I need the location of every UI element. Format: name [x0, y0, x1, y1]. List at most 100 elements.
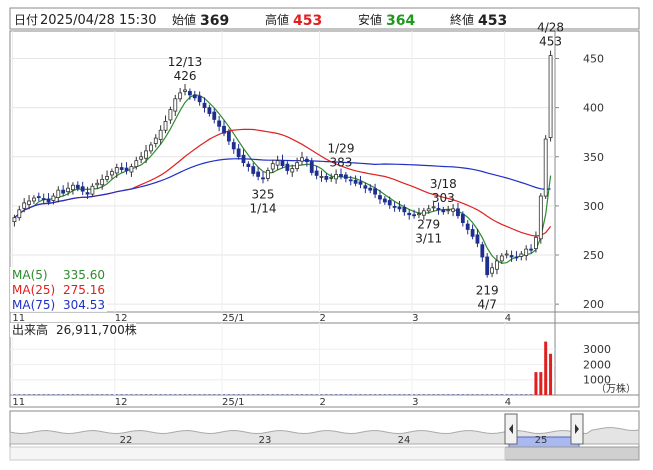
candle-body — [139, 156, 144, 160]
volume-bar — [525, 394, 528, 395]
candle-body — [187, 91, 192, 96]
volume-bar — [413, 394, 416, 395]
volume-bar — [320, 394, 323, 395]
candle-body — [119, 167, 124, 170]
annotation-label: 1/29 — [328, 142, 355, 156]
volume-bar — [427, 394, 430, 395]
candle-body — [61, 189, 66, 194]
volume-bar — [154, 394, 157, 395]
candle-body — [529, 248, 533, 251]
volume-bar — [149, 394, 152, 395]
volume-bar — [13, 394, 16, 395]
month-label: 4 — [505, 313, 511, 324]
navigator-scrollbar[interactable] — [504, 446, 640, 461]
volume-bar — [262, 394, 265, 395]
datetime-value: 2025/04/28 15:30 — [40, 13, 157, 28]
candle-body — [90, 185, 95, 195]
volume-bar — [544, 341, 548, 395]
candle-body — [456, 208, 460, 217]
volume-bar — [110, 394, 113, 395]
volume-tick-label: 3000 — [583, 343, 611, 356]
volume-bar — [247, 394, 250, 395]
volume-bar — [232, 394, 235, 395]
candle-body — [407, 212, 412, 216]
volume-bar — [125, 394, 128, 395]
navigator-right-handle[interactable] — [570, 413, 584, 445]
volume-bar — [437, 394, 440, 395]
volume-value: 26,911,700株 — [56, 322, 137, 337]
volume-bar — [71, 394, 74, 395]
volume-label: 出来高 — [12, 322, 48, 337]
candle-body — [509, 255, 514, 258]
volume-bar — [188, 394, 191, 395]
volume-month-label: 12 — [115, 397, 128, 408]
price-tick-label: 300 — [583, 200, 604, 213]
candle-body — [22, 202, 27, 209]
volume-bar — [539, 372, 543, 395]
volume-bar — [281, 394, 284, 395]
candle-body — [290, 168, 295, 173]
volume-month-label: 25/1 — [222, 397, 244, 408]
candle-body — [295, 162, 300, 169]
date-label: 日付 — [14, 13, 38, 27]
legend-ma75-name: MA(75) — [12, 298, 55, 312]
volume-bar — [335, 394, 338, 395]
volume-bar — [164, 394, 167, 395]
volume-bar — [208, 394, 211, 395]
candle-body — [514, 256, 519, 259]
volume-month-label: 2 — [319, 397, 325, 408]
volume-bar — [28, 394, 31, 395]
volume-bar — [349, 394, 352, 395]
volume-bar — [354, 394, 357, 395]
high-label: 高値 — [265, 12, 289, 27]
volume-bar — [266, 394, 269, 395]
candle-body — [51, 195, 56, 201]
candle-body — [280, 160, 285, 167]
annotation-value: 1/14 — [250, 201, 277, 215]
candle-body — [192, 94, 197, 99]
candle-body — [421, 210, 426, 216]
volume-bar — [520, 394, 523, 395]
candle-body — [114, 167, 119, 174]
candle-body — [163, 120, 168, 131]
volume-bar — [218, 394, 221, 395]
candle-body — [363, 185, 368, 189]
candle-body — [56, 189, 61, 198]
candle-body — [324, 176, 329, 180]
volume-bar — [120, 394, 123, 395]
volume-bar — [252, 394, 255, 395]
candle-body — [265, 170, 270, 179]
candle-body — [32, 197, 36, 202]
navigator-track[interactable] — [9, 446, 506, 461]
navigator-year-label: 25 — [535, 435, 548, 446]
candle-body — [207, 107, 212, 114]
candle-body — [105, 176, 109, 180]
volume-unit: （万株） — [596, 382, 636, 395]
volume-bar — [67, 394, 70, 395]
volume-bar — [491, 394, 494, 395]
candle-body — [548, 55, 553, 139]
volume-bar — [359, 394, 362, 395]
month-label: 25/1 — [222, 313, 244, 324]
candle-body — [226, 131, 231, 142]
candle-body — [373, 188, 378, 195]
volume-bar — [135, 394, 138, 395]
volume-bar — [81, 394, 84, 395]
navigator-left-handle[interactable] — [504, 413, 518, 445]
annotation-label: 3/18 — [430, 177, 457, 191]
legend-ma25-name: MA(25) — [12, 283, 55, 297]
candle-body — [95, 182, 100, 186]
candle-body — [270, 163, 275, 170]
candle-body — [300, 157, 304, 162]
candle-body — [334, 174, 339, 180]
annotation-label: 219 — [476, 284, 499, 298]
volume-bar — [213, 394, 216, 395]
volume-bar — [23, 394, 26, 395]
candle-body — [339, 174, 343, 177]
volume-bar — [393, 394, 396, 395]
candle-body — [222, 125, 226, 134]
candle-body — [485, 256, 490, 276]
volume-bar — [276, 394, 279, 395]
volume-month-label: 4 — [505, 397, 511, 408]
candle-body — [353, 179, 358, 184]
